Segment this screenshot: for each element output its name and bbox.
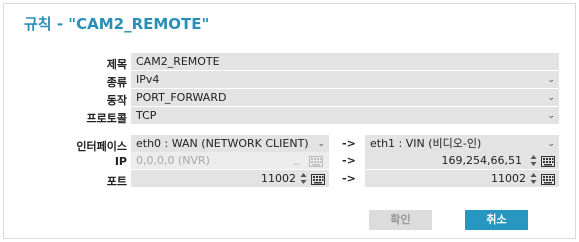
protocol-select[interactable]: TCP ⌄ <box>131 107 559 124</box>
ip-arrow: -> <box>342 154 356 167</box>
name-label: 제목 <box>106 58 127 71</box>
rule-dialog: 규칙 - "CAM2_REMOTE" 제목 CAM2_REMOTE 종류 IPv… <box>3 3 576 239</box>
type-label: 종류 <box>106 76 127 89</box>
chevron-down-icon: ⌄ <box>317 139 325 149</box>
type-value: IPv4 <box>136 73 160 86</box>
cursor-underscore-icon: _ <box>293 152 300 165</box>
keyboard-icon <box>309 155 323 167</box>
action-label: 동작 <box>106 94 127 107</box>
name-field[interactable]: CAM2_REMOTE <box>131 53 559 70</box>
port-label: 포트 <box>106 175 127 188</box>
dialog-title: 규칙 - "CAM2_REMOTE" <box>24 15 210 33</box>
keyboard-icon[interactable] <box>311 173 325 185</box>
chevron-down-icon: ⌄ <box>547 93 555 103</box>
port-arrow: -> <box>342 172 356 185</box>
source-ip-field: 0,0,0,0 (NVR) _ <box>131 152 329 169</box>
spinner-icon[interactable] <box>530 172 537 185</box>
action-value: PORT_FORWARD <box>136 91 227 104</box>
ok-button[interactable]: 확인 <box>369 210 432 230</box>
spinner-icon[interactable] <box>300 172 307 185</box>
source-port-field[interactable]: 11002 <box>131 170 329 187</box>
source-ip-value: 0,0,0,0 (NVR) <box>136 154 210 167</box>
dest-port-field[interactable]: 11002 <box>365 170 559 187</box>
source-port-value: 11002 <box>261 172 296 185</box>
dest-interface-select[interactable]: eth1 : VIN (비디오-인) ⌄ <box>365 135 559 152</box>
keyboard-icon[interactable] <box>541 155 555 167</box>
ip-label: IP <box>114 155 127 168</box>
source-interface-value: eth0 : WAN (NETWORK CLIENT) <box>136 137 309 150</box>
protocol-label: 프로토콜 <box>86 112 127 125</box>
source-interface-select[interactable]: eth0 : WAN (NETWORK CLIENT) ⌄ <box>131 135 329 152</box>
keyboard-icon[interactable] <box>541 173 555 185</box>
interface-arrow: -> <box>342 137 356 150</box>
dest-interface-value: eth1 : VIN (비디오-인) <box>370 137 482 150</box>
dest-ip-field[interactable]: 169,254,66,51 <box>365 152 559 169</box>
chevron-down-icon: ⌄ <box>547 75 555 85</box>
cancel-button[interactable]: 취소 <box>465 210 528 230</box>
chevron-down-icon: ⌄ <box>547 139 555 149</box>
dest-ip-value: 169,254,66,51 <box>441 154 522 167</box>
action-select[interactable]: PORT_FORWARD ⌄ <box>131 89 559 106</box>
type-select[interactable]: IPv4 ⌄ <box>131 71 559 88</box>
spinner-icon[interactable] <box>530 154 537 167</box>
chevron-down-icon: ⌄ <box>547 111 555 121</box>
name-value: CAM2_REMOTE <box>136 55 220 68</box>
dest-port-value: 11002 <box>491 172 526 185</box>
protocol-value: TCP <box>136 109 157 122</box>
interface-label: 인터페이스 <box>76 140 127 153</box>
